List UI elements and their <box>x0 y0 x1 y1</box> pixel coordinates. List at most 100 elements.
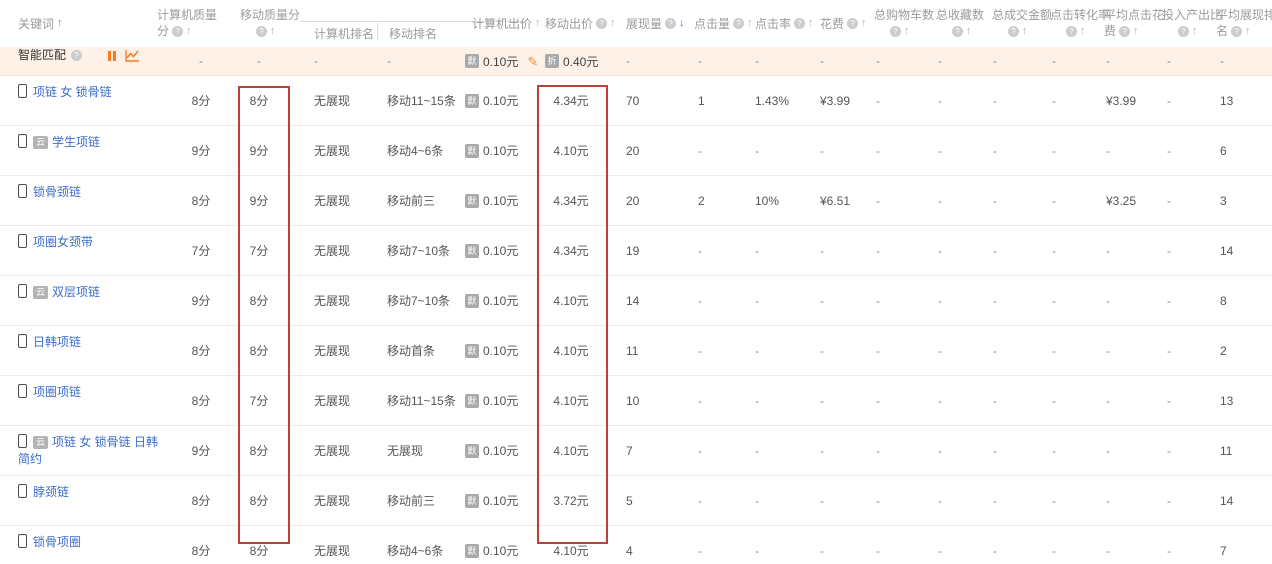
sort-asc-icon[interactable]: ↑ <box>1245 26 1251 37</box>
mobile-bid-value[interactable]: 4.10元 <box>538 392 604 409</box>
pc-bid-cell[interactable]: 默0.10元 <box>460 92 538 109</box>
column-header-avg-rank[interactable]: 平均展现排名?↑ <box>1216 7 1272 39</box>
mobile-bid-value[interactable]: 3.72元 <box>538 492 604 509</box>
pc-bid-cell[interactable]: 默0.10元 <box>460 292 538 309</box>
help-circle-icon[interactable]: ? <box>733 18 744 29</box>
trend-chart-icon[interactable] <box>125 49 140 62</box>
column-header-cost[interactable]: 花费?↑ <box>820 0 867 47</box>
column-header-mobile-bid[interactable]: 移动出价?↑ <box>545 0 616 47</box>
sort-desc-icon[interactable]: ↓ <box>679 18 685 29</box>
mobile-bid-value[interactable]: 4.34元 <box>538 242 604 259</box>
pc-bid-cell[interactable]: 默0.10元 <box>460 192 538 209</box>
column-header-pc-quality[interactable]: 计算机质量分?↑ <box>157 7 217 39</box>
pc-bid-cell[interactable]: 默0.10元 <box>460 492 538 509</box>
sort-asc-icon[interactable]: ↑ <box>808 18 814 29</box>
sort-asc-icon[interactable]: ↑ <box>610 18 616 29</box>
keyword-link[interactable]: 脖颈链 <box>33 485 69 499</box>
help-circle-icon[interactable]: ? <box>596 18 607 29</box>
help-circle-icon[interactable]: ? <box>1119 26 1130 37</box>
mobile-bid-value[interactable]: 4.10元 <box>538 142 604 159</box>
sort-asc-icon[interactable]: ↑ <box>1133 26 1139 37</box>
pc-bid-cell[interactable]: 默0.10元 <box>460 392 538 409</box>
column-header-label: 点击量 <box>694 15 730 32</box>
sort-asc-icon[interactable]: ↑ <box>186 26 192 37</box>
pc-bid-cell[interactable]: 默0.10元 <box>460 442 538 459</box>
clicks-value: - <box>668 494 730 508</box>
sort-asc-icon[interactable]: ↑ <box>861 18 867 29</box>
help-circle-icon[interactable]: ? <box>172 26 183 37</box>
pc-bid-cell[interactable]: 默0.10元 <box>460 342 538 359</box>
pause-icon[interactable] <box>108 51 116 61</box>
column-header-roi[interactable]: 投入产出比?↑ <box>1162 7 1222 39</box>
keyword-cell: 项链 女 锁骨链 <box>0 76 188 101</box>
pc-rank: 无展现 <box>286 242 378 259</box>
sort-asc-icon[interactable]: ↑ <box>535 18 541 29</box>
sort-asc-icon[interactable]: ↑ <box>1022 26 1028 37</box>
column-header-clicks[interactable]: 点击量?↑ <box>694 0 753 47</box>
mobile-bid-value[interactable]: 4.10元 <box>538 442 604 459</box>
mobile-bid-cell[interactable]: 折0.40元 <box>538 53 604 70</box>
help-circle-icon[interactable]: ? <box>665 18 676 29</box>
help-circle-icon[interactable]: ? <box>1231 26 1242 37</box>
column-header-cvr[interactable]: 点击转化率?↑ <box>1050 7 1110 39</box>
sort-asc-icon[interactable]: ↑ <box>904 26 910 37</box>
clicks-value: - <box>668 344 730 358</box>
pc-bid-cell[interactable]: 默0.10元✎ <box>460 53 538 70</box>
keyword-link[interactable]: 锁骨项圈 <box>33 535 81 549</box>
help-circle-icon[interactable]: ? <box>890 26 901 37</box>
sort-asc-icon[interactable]: ↑ <box>1192 26 1198 37</box>
mobile-quality-score: 9分 <box>232 192 286 209</box>
mobile-bid-value[interactable]: 4.10元 <box>538 292 604 309</box>
cost-value: - <box>792 144 856 158</box>
help-circle-icon[interactable]: ? <box>71 50 82 61</box>
sort-asc-icon[interactable]: ↑ <box>966 26 972 37</box>
ctr-value: - <box>730 444 792 458</box>
help-circle-icon[interactable]: ? <box>847 18 858 29</box>
cart-total-value: - <box>856 394 920 408</box>
ctr-value: - <box>730 344 792 358</box>
mobile-bid-value[interactable]: 4.10元 <box>538 542 604 559</box>
column-header-avg-cpc[interactable]: 平均点击花费?↑ <box>1104 7 1164 39</box>
help-circle-icon[interactable]: ? <box>952 26 963 37</box>
keyword-link[interactable]: 项链 女 锁骨链 <box>33 85 112 99</box>
keyword-link[interactable]: 双层项链 <box>52 285 100 299</box>
keyword-link[interactable]: 学生项链 <box>52 135 100 149</box>
pc-bid-value: 0.10元 <box>483 142 518 159</box>
help-circle-icon[interactable]: ? <box>1178 26 1189 37</box>
edit-pencil-icon[interactable]: ✎ <box>527 55 538 68</box>
pc-bid-cell[interactable]: 默0.10元 <box>460 142 538 159</box>
help-circle-icon[interactable]: ? <box>256 26 267 37</box>
column-header-mobile-quality[interactable]: 移动质量分?↑ <box>240 7 300 39</box>
help-circle-icon[interactable]: ? <box>794 18 805 29</box>
pc-bid-cell[interactable]: 默0.10元 <box>460 542 538 559</box>
column-header-cart-total[interactable]: 总购物车数?↑ <box>874 7 934 39</box>
pc-rank: - <box>286 54 378 68</box>
cart-total-value: - <box>856 144 920 158</box>
keyword-link[interactable]: 锁骨颈链 <box>33 185 81 199</box>
cost-value: - <box>792 394 856 408</box>
column-header-pc-bid[interactable]: 计算机出价↑ <box>472 0 541 47</box>
smart-match-row: 智能匹配?----默0.10元✎折0.40元----------- <box>0 47 1272 76</box>
sort-asc-icon[interactable]: ↑ <box>270 26 276 37</box>
help-circle-icon[interactable]: ? <box>1008 26 1019 37</box>
column-header-ctr[interactable]: 点击率?↑ <box>755 0 814 47</box>
pc-bid-cell[interactable]: 默0.10元 <box>460 242 538 259</box>
column-header-keyword[interactable]: 关键词↑ <box>18 0 63 47</box>
keyword-link[interactable]: 日韩项链 <box>33 335 81 349</box>
keyword-link[interactable]: 项圈女颈带 <box>33 235 93 249</box>
mobile-bid-value[interactable]: 4.10元 <box>538 342 604 359</box>
column-header-gmv-total[interactable]: 总成交金额?↑ <box>992 7 1052 39</box>
help-circle-icon[interactable]: ? <box>1066 26 1077 37</box>
avg-cpc-value: - <box>1096 294 1158 308</box>
sort-asc-icon[interactable]: ↑ <box>747 18 753 29</box>
avg-cpc-value: - <box>1096 444 1158 458</box>
column-header-impressions[interactable]: 展现量?↓ <box>626 0 685 47</box>
mobile-device-icon <box>18 434 27 448</box>
mobile-bid-value[interactable]: 4.34元 <box>538 92 604 109</box>
keyword-link[interactable]: 项圈项链 <box>33 385 81 399</box>
sort-asc-icon[interactable]: ↑ <box>1080 26 1086 37</box>
column-header-fav-total[interactable]: 总收藏数?↑ <box>936 7 984 39</box>
mobile-bid-value[interactable]: 4.34元 <box>538 192 604 209</box>
mobile-device-icon <box>18 534 27 548</box>
sort-asc-icon[interactable]: ↑ <box>57 18 63 29</box>
